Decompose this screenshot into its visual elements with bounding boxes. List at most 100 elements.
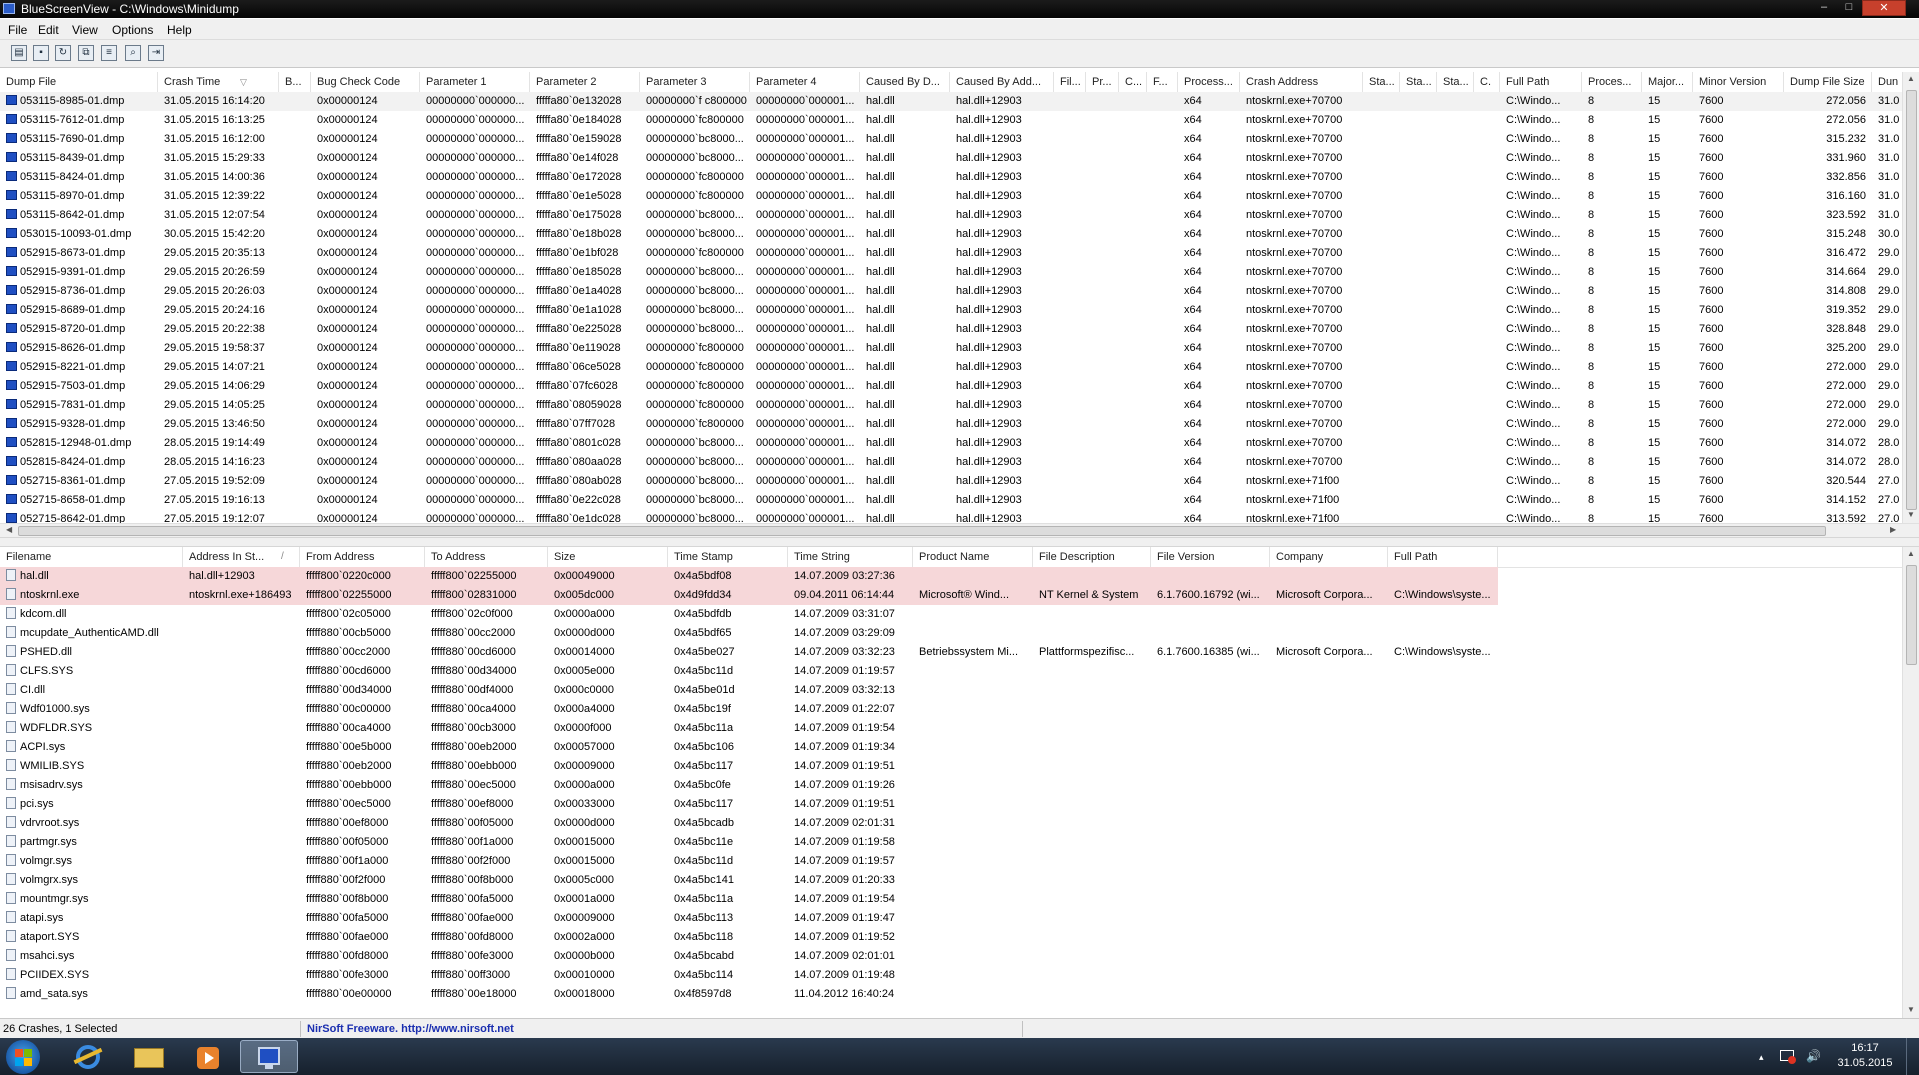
driver-row[interactable]: kdcom.dll fffff800`02c05000 fffff800`02c0f… — [0, 605, 1906, 624]
crash-row[interactable]: 052915-8673-01.dmp 29.05.2015 20:35:13 0x0… — [0, 244, 1906, 263]
menu-file[interactable]: File — [8, 23, 27, 37]
menu-view[interactable]: View — [72, 23, 98, 37]
crash-row[interactable]: 053115-8970-01.dmp 31.05.2015 12:39:22 0x0… — [0, 187, 1906, 206]
column-header[interactable]: Crash Time — [158, 72, 279, 92]
crash-row[interactable]: 053115-8985-01.dmp 31.05.2015 16:14:20 0x0… — [0, 92, 1906, 111]
show-desktop-button[interactable] — [1906, 1038, 1919, 1075]
crash-list-hscrollbar[interactable]: ◀ ▶ — [0, 523, 1919, 538]
column-header[interactable]: Dun — [1872, 72, 1906, 92]
column-header[interactable]: Dump File — [0, 72, 158, 92]
driver-row[interactable]: PCIIDEX.SYS fffff880`00fe3000 fffff880`00f… — [0, 966, 1906, 985]
exit-icon[interactable]: ⇥ — [148, 45, 164, 61]
menu-edit[interactable]: Edit — [38, 23, 59, 37]
crash-row[interactable]: 053115-8642-01.dmp 31.05.2015 12:07:54 0x0… — [0, 206, 1906, 225]
driver-row[interactable]: atapi.sys fffff880`00fa5000 fffff880`00fae… — [0, 909, 1906, 928]
maximize-button[interactable]: □ — [1837, 0, 1861, 16]
crash-row[interactable]: 052915-8689-01.dmp 29.05.2015 20:24:16 0x0… — [0, 301, 1906, 320]
column-header[interactable]: Caused By Add... — [950, 72, 1054, 92]
column-header[interactable]: Parameter 4 — [750, 72, 860, 92]
driver-row[interactable]: PSHED.dll fffff880`00cc2000 fffff880`00cd6… — [0, 643, 1906, 662]
driver-row[interactable]: hal.dll hal.dll+12903 fffff800`0220c000 fff… — [0, 567, 1906, 586]
crash-row[interactable]: 053115-8424-01.dmp 31.05.2015 14:00:36 0x0… — [0, 168, 1906, 187]
column-header[interactable]: Pr... — [1086, 72, 1119, 92]
crash-row[interactable]: 052915-9328-01.dmp 29.05.2015 13:46:50 0x0… — [0, 415, 1906, 434]
clock[interactable]: 16:17 31.05.2015 — [1835, 1041, 1895, 1071]
column-header[interactable]: From Address — [300, 547, 425, 567]
pane-splitter[interactable] — [0, 537, 1919, 547]
column-header[interactable]: Size — [548, 547, 668, 567]
crash-row[interactable]: 053115-7612-01.dmp 31.05.2015 16:13:25 0x0… — [0, 111, 1906, 130]
column-header[interactable]: Process... — [1178, 72, 1240, 92]
start-button[interactable] — [6, 1040, 40, 1074]
column-header[interactable]: Full Path — [1388, 547, 1498, 567]
driver-row[interactable]: vdrvroot.sys fffff880`00ef8000 fffff880`00… — [0, 814, 1906, 833]
crash-row[interactable]: 052915-8221-01.dmp 29.05.2015 14:07:21 0x0… — [0, 358, 1906, 377]
driver-row[interactable]: ACPI.sys fffff880`00e5b000 fffff880`00eb20… — [0, 738, 1906, 757]
crash-row[interactable]: 052715-8658-01.dmp 27.05.2015 19:16:13 0x0… — [0, 491, 1906, 510]
column-header[interactable]: Parameter 1 — [420, 72, 530, 92]
driver-row[interactable]: mountmgr.sys fffff880`00f8b000 fffff880`00… — [0, 890, 1906, 909]
column-header[interactable]: F... — [1147, 72, 1178, 92]
menu-options[interactable]: Options — [112, 23, 153, 37]
crash-list-vscrollbar[interactable]: ▲ ▼ — [1902, 72, 1919, 523]
driver-row[interactable]: msahci.sys fffff880`00fd8000 fffff880`00fe… — [0, 947, 1906, 966]
crash-row[interactable]: 052915-7503-01.dmp 29.05.2015 14:06:29 0x0… — [0, 377, 1906, 396]
file-explorer-icon[interactable] — [120, 1040, 178, 1073]
column-header[interactable]: File Version — [1151, 547, 1270, 567]
driver-row[interactable]: volmgr.sys fffff880`00f1a000 fffff880`00f2… — [0, 852, 1906, 871]
save-icon[interactable]: ▪ — [33, 45, 49, 61]
column-header[interactable]: C... — [1119, 72, 1147, 92]
driver-row[interactable]: ataport.SYS fffff880`00fae000 fffff880`00f… — [0, 928, 1906, 947]
column-header[interactable]: Sta... — [1400, 72, 1437, 92]
internet-explorer-icon[interactable] — [60, 1040, 118, 1073]
driver-list-vscroll-thumb[interactable] — [1906, 565, 1917, 665]
driver-list-vscrollbar[interactable]: ▲ ▼ — [1902, 547, 1919, 1018]
crash-row[interactable]: 053015-10093-01.dmp 30.05.2015 15:42:20 0x… — [0, 225, 1906, 244]
column-header[interactable]: Proces... — [1582, 72, 1642, 92]
refresh-icon[interactable]: ↻ — [55, 45, 71, 61]
nirsoft-link[interactable]: NirSoft Freeware. http://www.nirsoft.net — [307, 1023, 514, 1035]
crash-row[interactable]: 052915-8720-01.dmp 29.05.2015 20:22:38 0x0… — [0, 320, 1906, 339]
crash-list-hscroll-thumb[interactable] — [18, 526, 1826, 536]
driver-row[interactable]: partmgr.sys fffff880`00f05000 fffff880`00f… — [0, 833, 1906, 852]
driver-row[interactable]: CLFS.SYS fffff880`00cd6000 fffff880`00d340… — [0, 662, 1906, 681]
column-header[interactable]: Major... — [1642, 72, 1693, 92]
bluescreenview-task-icon[interactable] — [240, 1040, 298, 1073]
html-report-icon[interactable]: ≡ — [101, 45, 117, 61]
column-header[interactable]: Fil... — [1054, 72, 1086, 92]
crash-list-vscroll-thumb[interactable] — [1906, 90, 1917, 510]
close-button[interactable]: ✕ — [1862, 0, 1906, 16]
driver-row[interactable]: volmgrx.sys fffff880`00f2f000 fffff880`00f… — [0, 871, 1906, 890]
column-header[interactable]: C. — [1474, 72, 1500, 92]
crash-row[interactable]: 052915-8736-01.dmp 29.05.2015 20:26:03 0x0… — [0, 282, 1906, 301]
crash-row[interactable]: 052715-8642-01.dmp 27.05.2015 19:12:07 0x0… — [0, 510, 1906, 523]
show-hidden-icons[interactable]: ▴ — [1759, 1052, 1764, 1063]
column-header[interactable]: Bug Check Code — [311, 72, 420, 92]
column-header[interactable]: Caused By D... — [860, 72, 950, 92]
crash-row[interactable]: 053115-8439-01.dmp 31.05.2015 15:29:33 0x0… — [0, 149, 1906, 168]
column-header[interactable]: Sta... — [1437, 72, 1474, 92]
menu-help[interactable]: Help — [167, 23, 192, 37]
column-header[interactable]: Company — [1270, 547, 1388, 567]
driver-row[interactable]: ntoskrnl.exe ntoskrnl.exe+186493 fffff800`… — [0, 586, 1906, 605]
column-header[interactable]: File Description — [1033, 547, 1151, 567]
driver-row[interactable]: WDFLDR.SYS fffff880`00ca4000 fffff880`00cb… — [0, 719, 1906, 738]
column-header[interactable]: Product Name — [913, 547, 1033, 567]
minimize-button[interactable]: – — [1812, 0, 1836, 16]
properties-icon[interactable]: ▤ — [11, 45, 27, 61]
driver-row[interactable]: msisadrv.sys fffff880`00ebb000 fffff880`00… — [0, 776, 1906, 795]
column-header[interactable]: B... — [279, 72, 311, 92]
driver-row[interactable]: mcupdate_AuthenticAMD.dll fffff880`00cb50… — [0, 624, 1906, 643]
column-header[interactable]: Parameter 3 — [640, 72, 750, 92]
driver-row[interactable]: CI.dll fffff880`00d34000 fffff880`00df4000… — [0, 681, 1906, 700]
crash-row[interactable]: 052915-8626-01.dmp 29.05.2015 19:58:37 0x0… — [0, 339, 1906, 358]
column-header[interactable]: Dump File Size — [1784, 72, 1872, 92]
crash-row[interactable]: 053115-7690-01.dmp 31.05.2015 16:12:00 0x0… — [0, 130, 1906, 149]
crash-row[interactable]: 052915-7831-01.dmp 29.05.2015 14:05:25 0x0… — [0, 396, 1906, 415]
column-header[interactable]: Parameter 2 — [530, 72, 640, 92]
column-header[interactable]: Time Stamp — [668, 547, 788, 567]
copy-icon[interactable]: ⧉ — [78, 45, 94, 61]
driver-row[interactable]: WMILIB.SYS fffff880`00eb2000 fffff880`00eb… — [0, 757, 1906, 776]
column-header[interactable]: Time String — [788, 547, 913, 567]
crash-row[interactable]: 052815-8424-01.dmp 28.05.2015 14:16:23 0x0… — [0, 453, 1906, 472]
